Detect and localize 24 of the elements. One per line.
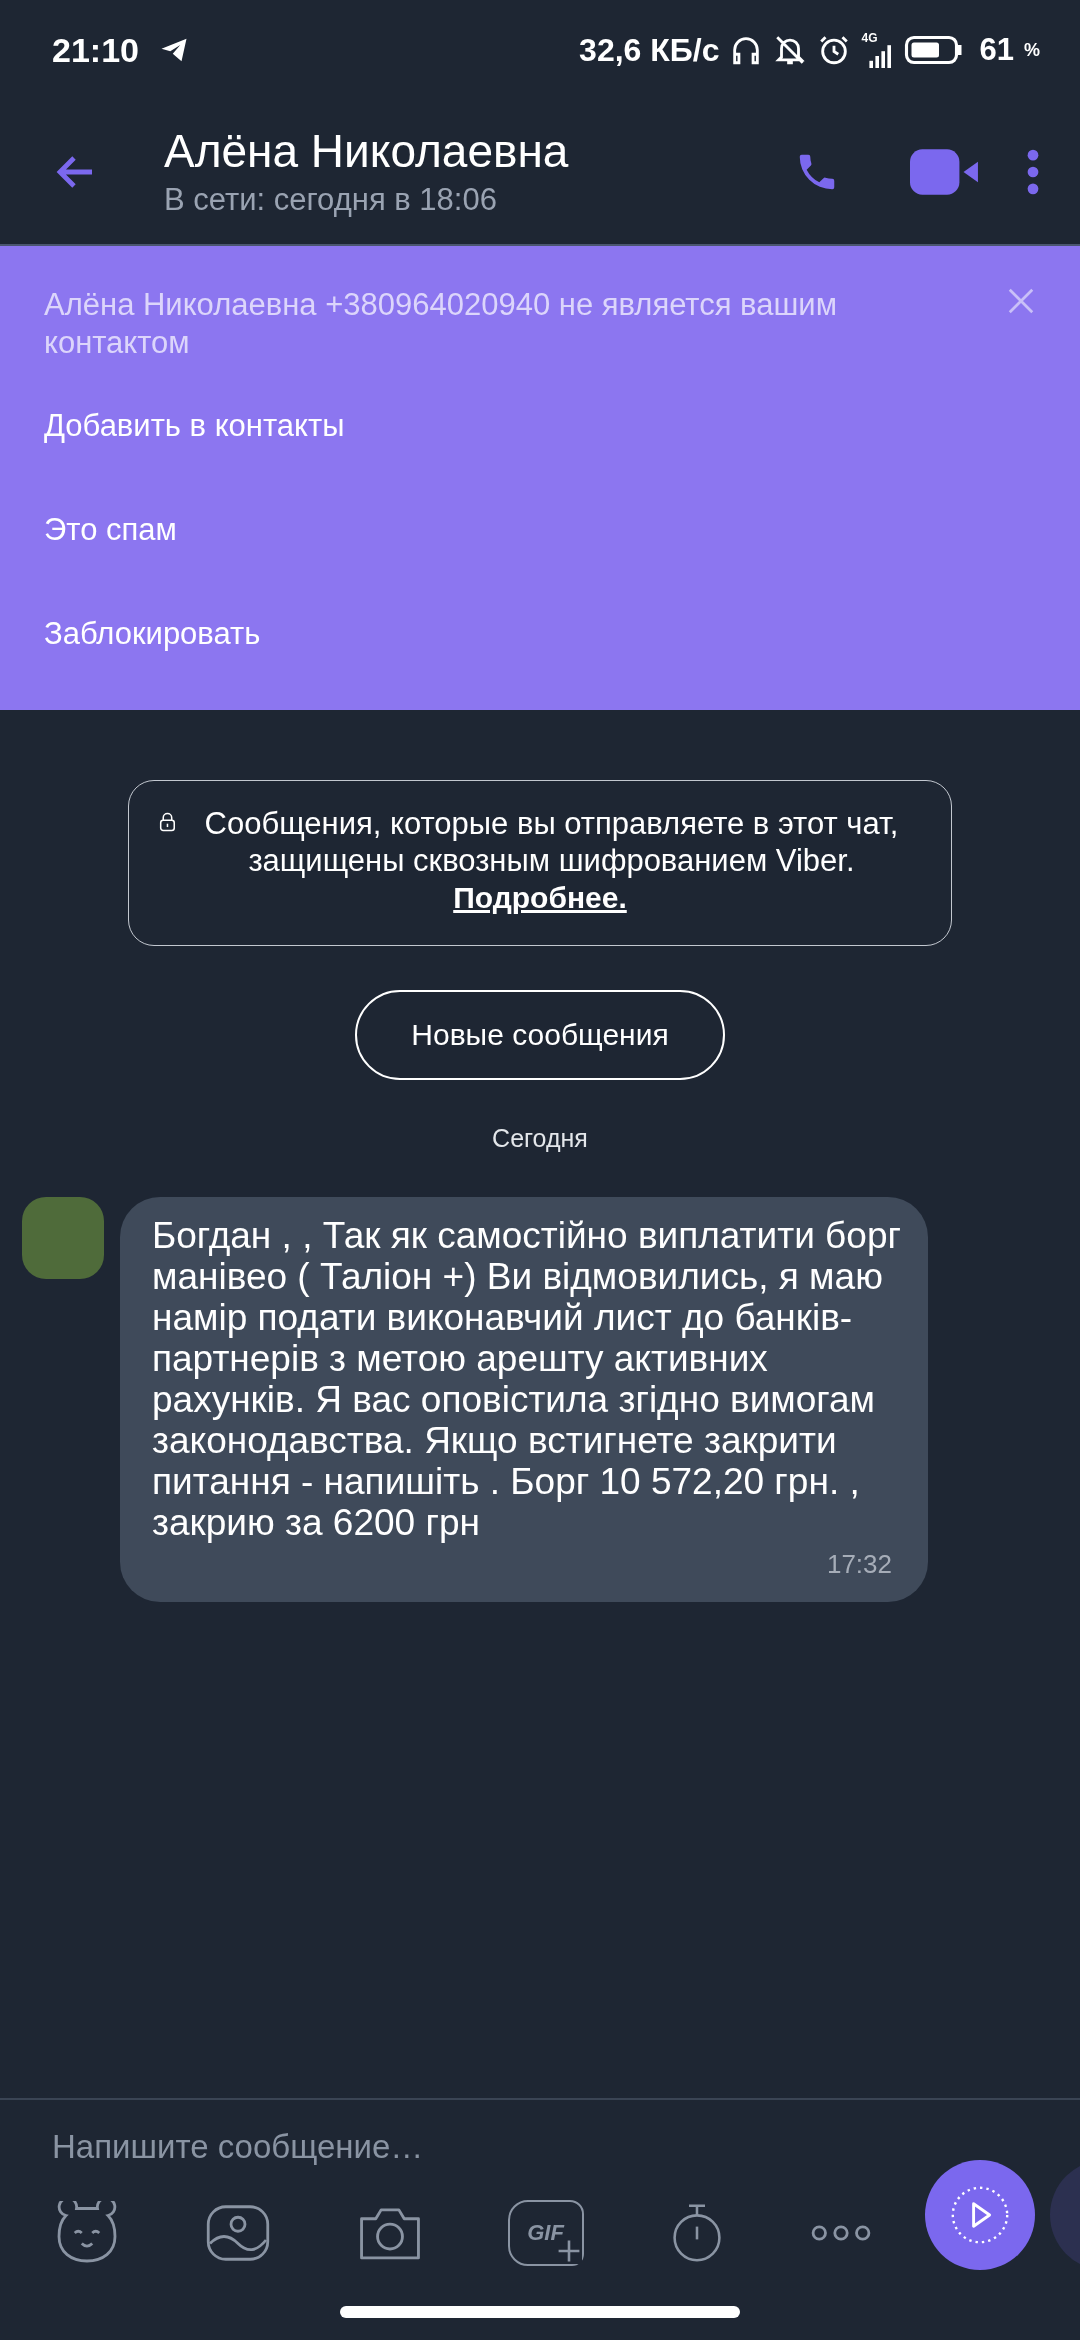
contact-name: Алёна Николаевна bbox=[164, 124, 570, 179]
banner-action[interactable]: Добавить в контакты bbox=[44, 374, 345, 478]
battery-level: 61 bbox=[979, 32, 1014, 68]
message-time: 17:32 bbox=[825, 1549, 892, 1580]
gif-button[interactable]: GIF bbox=[507, 2200, 584, 2266]
network-speed: 32,6 КБ/с bbox=[579, 31, 720, 69]
more-options-icon[interactable] bbox=[1026, 149, 1040, 195]
close-icon[interactable] bbox=[1006, 286, 1036, 316]
message-input[interactable]: Напишите сообщение… bbox=[52, 2122, 612, 2172]
status-time: 21:10 bbox=[52, 30, 139, 70]
banner-message: Алёна Николаевна +380964020940 не является вашим контактом bbox=[44, 286, 838, 362]
video-camera-icon[interactable] bbox=[910, 149, 980, 195]
battery-unit: % bbox=[1024, 39, 1040, 61]
new-messages-button[interactable]: Новые сообщения bbox=[355, 990, 725, 1080]
notice-text: Сообщения, которые вы отправляете в этот чат, защищены сквозным шифрованием Viber. bbox=[203, 805, 900, 879]
learn-more-link[interactable]: Подробнее. bbox=[453, 879, 627, 917]
network-type: 4G bbox=[861, 32, 878, 44]
date-label: Сегодня bbox=[492, 1124, 588, 1153]
online-status: В сети: сегодня в 18:06 bbox=[164, 181, 498, 219]
battery-icon bbox=[903, 35, 964, 65]
banner-action[interactable]: Заблокировать bbox=[44, 582, 261, 686]
more-icon[interactable] bbox=[809, 2223, 872, 2243]
banner-action[interactable]: Это спам bbox=[44, 478, 177, 582]
message-text: Богдан , , Так як самостійно виплатити борг манівео ( Таліон +) Ви відмовились, я маю намір подати виконавчий лист до банків-партнерів з метою арешту активних рахунків. Я вас оповістила згідно вимогам законодавства. Якщо встигнете закрити питання - напишіть . Борг 10 572,20 грн. , закрию за 6200 грн bbox=[152, 1215, 902, 1543]
